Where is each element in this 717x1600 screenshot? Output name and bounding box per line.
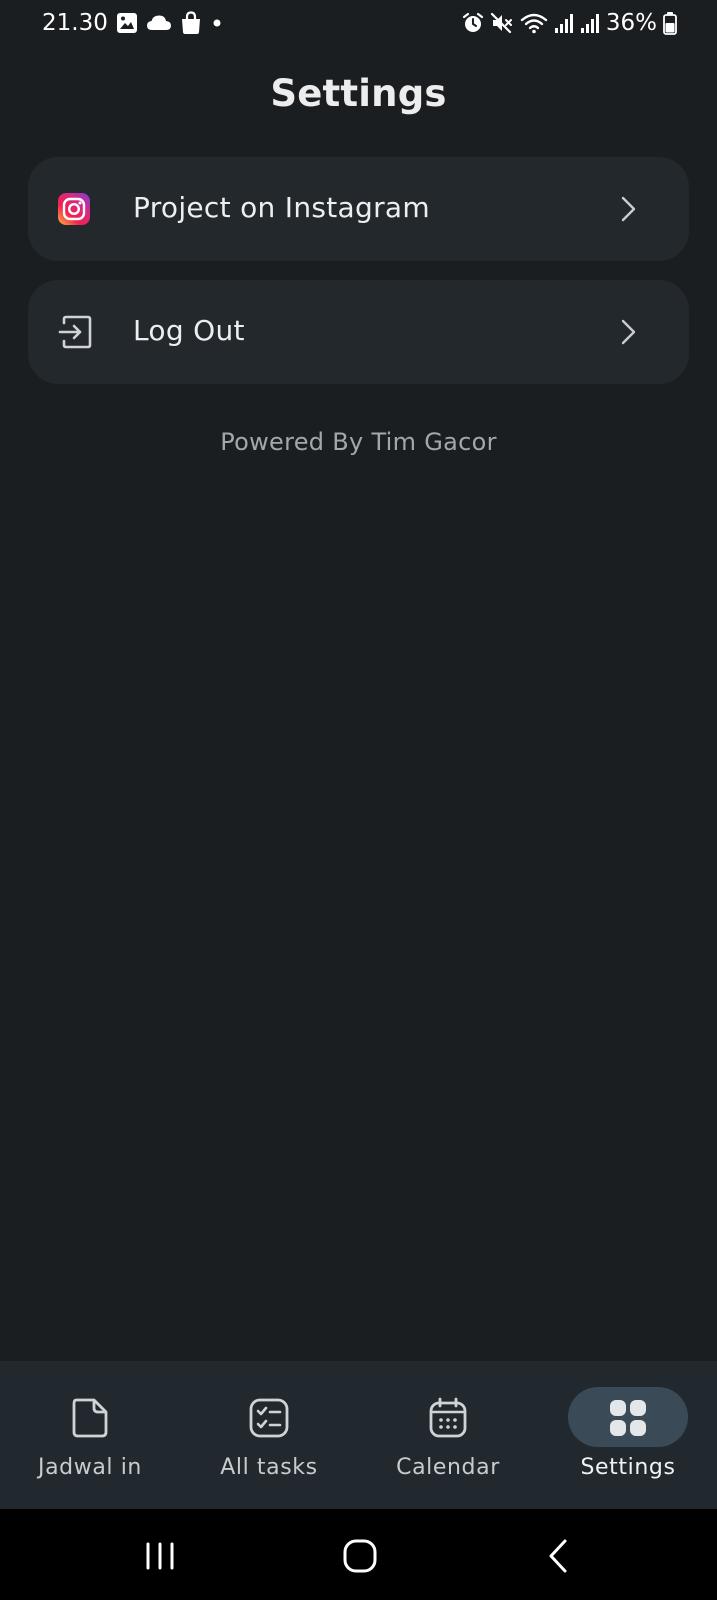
project-instagram-button[interactable]: Project on Instagram — [28, 157, 689, 261]
cloud-icon — [146, 14, 172, 32]
status-left: 21.30 — [42, 10, 224, 36]
status-time: 21.30 — [42, 10, 108, 36]
logout-label: Log Out — [133, 314, 245, 347]
back-icon[interactable] — [535, 1531, 585, 1581]
shopping-bag-icon — [180, 11, 202, 35]
wifi-icon — [520, 12, 548, 34]
instagram-icon — [58, 193, 90, 225]
alarm-icon — [462, 12, 484, 34]
calendar-icon — [426, 1396, 470, 1440]
status-bar: 21.30 36% — [0, 0, 717, 50]
recent-apps-icon[interactable] — [135, 1531, 185, 1581]
checklist-icon — [247, 1396, 291, 1440]
status-right: 36% — [462, 10, 677, 36]
battery-percent: 36% — [605, 10, 657, 36]
nav-item-jadwal-in[interactable]: Jadwal in — [0, 1361, 180, 1509]
chevron-right-icon — [621, 318, 637, 346]
signal-icon-1 — [554, 12, 574, 34]
nav-label-all-tasks: All tasks — [220, 1455, 318, 1480]
chevron-right-icon — [621, 195, 637, 223]
nav-label-jadwal-in: Jadwal in — [38, 1455, 142, 1480]
system-navigation-bar — [0, 1509, 717, 1600]
signal-icon-2 — [580, 12, 600, 34]
folder-icon — [68, 1396, 112, 1440]
mute-icon — [490, 12, 514, 34]
nav-label-calendar: Calendar — [396, 1455, 500, 1480]
grid-icon — [606, 1396, 650, 1440]
gallery-icon — [116, 12, 138, 34]
bottom-navigation: Jadwal in All tasks Calendar Settings — [0, 1361, 717, 1509]
nav-item-calendar[interactable]: Calendar — [358, 1361, 538, 1509]
powered-by-text: Powered By Tim Gacor — [220, 428, 497, 456]
home-icon[interactable] — [335, 1531, 385, 1581]
instagram-label: Project on Instagram — [133, 191, 430, 224]
nav-label-settings: Settings — [580, 1455, 676, 1480]
page-title: Settings — [270, 72, 447, 115]
logout-icon — [58, 315, 92, 349]
notification-dot-icon — [210, 16, 224, 30]
nav-item-settings[interactable]: Settings — [538, 1361, 717, 1509]
battery-icon — [663, 11, 677, 35]
nav-item-all-tasks[interactable]: All tasks — [179, 1361, 359, 1509]
logout-button[interactable]: Log Out — [28, 280, 689, 384]
